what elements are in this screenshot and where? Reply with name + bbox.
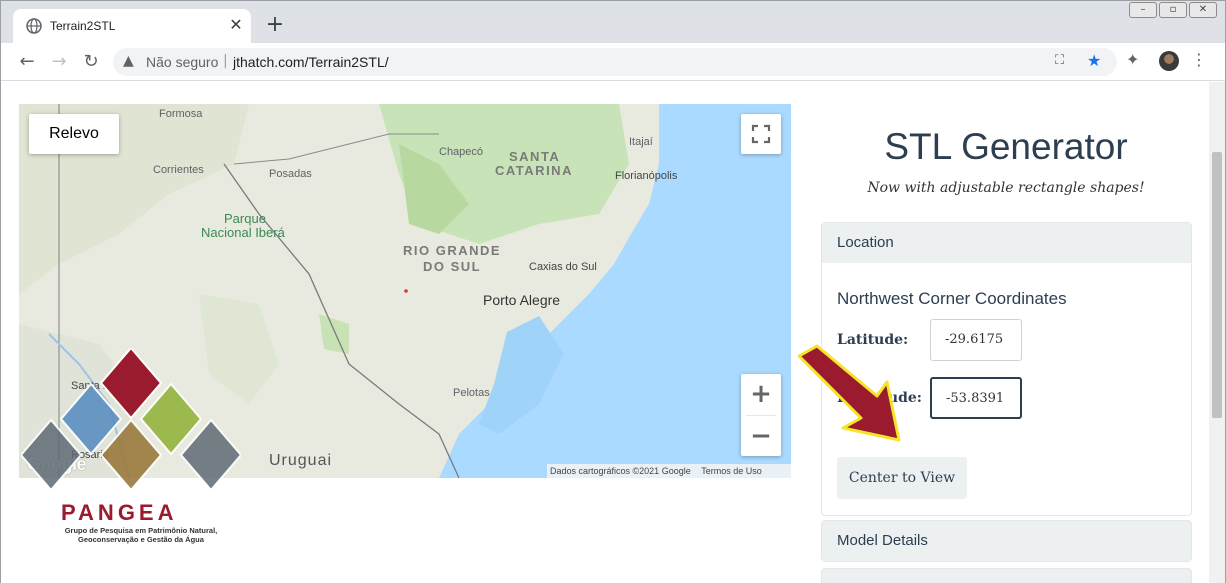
- map-label-porto-alegre: Porto Alegre: [483, 292, 561, 308]
- latitude-input[interactable]: -29.6175: [930, 319, 1022, 361]
- map-label-catarina: CATARINA: [495, 163, 573, 178]
- map-data-credit: Dados cartográficos ©2021 Google: [550, 466, 691, 476]
- translate-icon[interactable]: ⛶: [1055, 53, 1064, 68]
- map-attribution: Dados cartográficos ©2021 Google Termos …: [547, 464, 791, 478]
- nw-corner-label: Northwest Corner Coordinates: [837, 289, 1067, 308]
- zoom-in-button[interactable]: +: [741, 374, 781, 415]
- pointer-arrow-icon: [797, 344, 901, 442]
- location-header[interactable]: Location: [822, 223, 1191, 263]
- page-subtitle: Now with adjustable rectangle shapes!: [867, 180, 1145, 196]
- fullscreen-button[interactable]: [741, 114, 781, 154]
- zoom-out-button[interactable]: −: [741, 416, 781, 457]
- globe-icon: [26, 18, 42, 34]
- browser-toolbar: ← → ↻ ▲ Não seguro | jthatch.com/Terrain…: [1, 43, 1225, 81]
- pangea-name: PANGEA: [61, 500, 178, 525]
- browser-window: Terrain2STL ✕ + – ▫ ✕ ← → ↻ ▲ Não seguro…: [0, 0, 1226, 583]
- pangea-subtitle: Grupo de Pesquisa em Patrimônio Natural,…: [21, 526, 261, 544]
- map-label-uruguai: Uruguai: [269, 452, 333, 469]
- warning-icon[interactable]: ▲: [123, 53, 134, 69]
- map-label-rio-grande: RIO GRANDE: [403, 243, 502, 258]
- restore-icon[interactable]: ▫: [1159, 2, 1187, 18]
- map-label-formosa: Formosa: [159, 108, 203, 120]
- zoom-control: + −: [741, 374, 781, 456]
- page-viewport: Formosa Chapecó Itajaí SANTA CATARINA Fl…: [1, 82, 1209, 583]
- forward-icon[interactable]: →: [48, 51, 70, 73]
- page-title: STL Generator: [884, 126, 1128, 167]
- fullscreen-icon: [751, 124, 771, 144]
- close-window-icon[interactable]: ✕: [1189, 2, 1217, 18]
- longitude-input[interactable]: -53.8391: [930, 377, 1022, 419]
- terms-link[interactable]: Termos de Uso: [701, 466, 762, 476]
- tab-title: Terrain2STL: [50, 19, 116, 33]
- address-separator: |: [223, 53, 228, 69]
- map-label-pelotas: Pelotas: [453, 387, 490, 399]
- page-scrollbar[interactable]: [1209, 82, 1225, 583]
- browser-menu-icon[interactable]: ⋮: [1191, 50, 1207, 69]
- map-label-posadas: Posadas: [269, 168, 312, 180]
- center-to-view-button[interactable]: Center to View: [837, 457, 967, 499]
- url-text[interactable]: jthatch.com/Terrain2STL/: [233, 54, 389, 70]
- map-label-caxias: Caxias do Sul: [529, 261, 597, 273]
- close-tab-icon[interactable]: ✕: [227, 16, 245, 34]
- profile-avatar[interactable]: [1159, 51, 1179, 71]
- window-controls: – ▫ ✕: [1129, 1, 1221, 19]
- pangea-subtitle-line1: Grupo de Pesquisa em Patrimônio Natural,: [64, 526, 218, 535]
- stl-side-panel: STL Generator Now with adjustable rectan…: [811, 82, 1201, 583]
- tab-terrain2stl[interactable]: Terrain2STL ✕: [13, 9, 251, 43]
- model-details-card: Model Details: [821, 520, 1192, 562]
- map-label-itajai: Itajaí: [629, 136, 653, 148]
- map-label-ibera: Nacional Iberá: [201, 225, 285, 240]
- scrollbar-thumb[interactable]: [1212, 152, 1222, 418]
- model-details-header[interactable]: Model Details: [822, 521, 1191, 561]
- tab-bar: Terrain2STL ✕ + – ▫ ✕: [1, 1, 1225, 43]
- back-icon[interactable]: ←: [16, 51, 38, 73]
- map-label-corrientes: Corrientes: [153, 164, 204, 176]
- map-label-do-sul: DO SUL: [423, 259, 482, 274]
- map-label-parque: Parque: [224, 211, 266, 226]
- map-type-relevo-button[interactable]: Relevo: [29, 114, 119, 154]
- bookmark-star-icon[interactable]: ★: [1087, 51, 1101, 70]
- security-label[interactable]: Não seguro: [146, 54, 218, 70]
- map-label-florianopolis: Florianópolis: [615, 170, 678, 182]
- next-card[interactable]: [821, 568, 1192, 583]
- minimize-icon[interactable]: –: [1129, 2, 1157, 18]
- map-label-santa: SANTA: [509, 149, 561, 164]
- pangea-subtitle-line2: Geoconservação e Gestão da Água: [78, 535, 204, 544]
- reload-icon[interactable]: ↻: [80, 51, 102, 73]
- map-label-chapeco: Chapecó: [439, 146, 484, 158]
- new-tab-icon[interactable]: +: [263, 14, 287, 38]
- address-bar[interactable]: ▲ Não seguro | jthatch.com/Terrain2STL/ …: [113, 48, 1117, 76]
- extensions-icon[interactable]: ✦: [1126, 50, 1139, 69]
